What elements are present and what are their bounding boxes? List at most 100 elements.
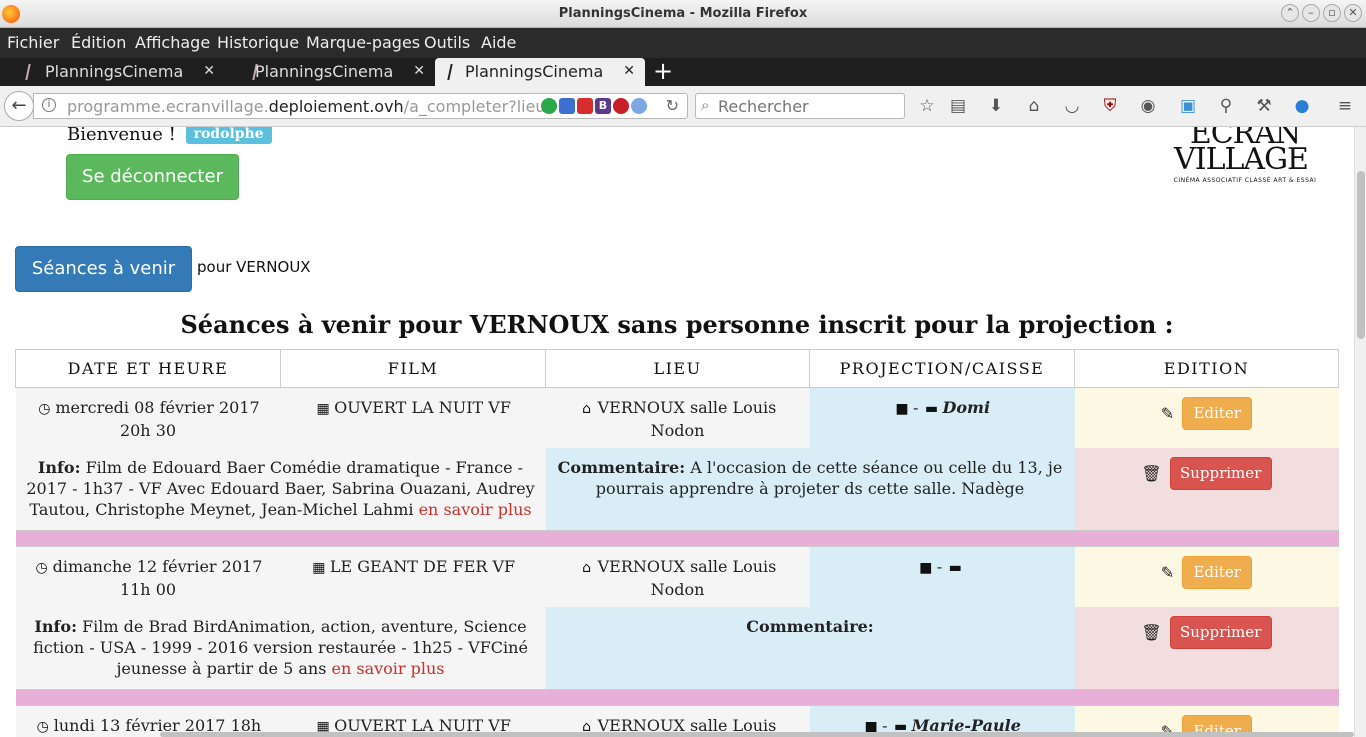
tab-close-icon[interactable]: ✕ [413, 63, 425, 79]
window-up-icon[interactable]: ⌃ [1281, 4, 1299, 22]
menu-bar: Fichier Édition Affichage Historique Mar… [0, 28, 1366, 58]
seances-a-venir-button[interactable]: Séances à venir [15, 246, 192, 292]
tab-label: PlanningsCinema [465, 62, 604, 81]
session-date: dimanche 12 février 2017 [52, 557, 263, 576]
url-domain: deploiement.ovh [268, 97, 404, 116]
tab-3-active[interactable]: PlanningsCinema ✕ [435, 58, 645, 86]
briefcase-icon: ▬ [948, 560, 962, 576]
vertical-scrollbar[interactable] [1354, 127, 1366, 737]
tab-favicon-icon [25, 64, 39, 80]
column-header-film: FILM [280, 349, 546, 388]
film-title: LE GEANT DE FER VF [329, 557, 516, 576]
menu-affichage[interactable]: Affichage [135, 33, 210, 52]
venue: VERNOUX salle Louis Nodon [597, 557, 777, 599]
url-path: /a_completer?lieu=ve [403, 97, 555, 116]
briefcase-icon: ▬ [924, 401, 939, 417]
film-icon: ▦ [312, 560, 326, 576]
clock-icon: ◷ [35, 560, 48, 576]
film-info: Film de Brad BirdAnimation, action, aven… [33, 616, 528, 678]
page-content: Bienvenue ! rodolphe Se déconnecter ÉCRA… [0, 127, 1354, 737]
back-arrow-icon[interactable]: ← [4, 91, 34, 121]
menu-outils[interactable]: Outils [424, 33, 470, 52]
tab-1[interactable]: PlanningsCinema ✕ [0, 58, 225, 86]
session-date: mercredi 08 février 2017 [55, 398, 260, 417]
reading-list-icon[interactable]: ▤ [948, 96, 968, 116]
pocket-icon[interactable]: ◡ [1062, 96, 1082, 116]
tab-close-icon[interactable]: ✕ [623, 63, 635, 79]
drop-icon[interactable]: ● [1292, 96, 1312, 116]
window-maximize-icon[interactable]: ▫ [1323, 4, 1341, 22]
horizontal-scrollbar[interactable] [160, 732, 1354, 737]
window-minimize-icon[interactable]: – [1302, 4, 1320, 22]
projection-cell: ■ - ▬ [809, 546, 1075, 607]
tab-label: PlanningsCinema [255, 62, 394, 81]
edit-button[interactable]: Editer [1182, 556, 1253, 589]
video-camera-icon: ■ [895, 401, 909, 417]
bookmark-star-icon[interactable]: ☆ [917, 96, 937, 116]
window-titlebar: PlanningsCinema - Mozilla Firefox ⌃ – ▫ … [0, 0, 1366, 28]
projectionist-name: Domi [942, 398, 991, 417]
trash-icon: 🗑 [1141, 622, 1162, 642]
extension-tool-icon[interactable]: ⚒ [1254, 96, 1274, 116]
color-picker-icon[interactable]: ◉ [1138, 96, 1158, 116]
column-header-lieu: LIEU [545, 349, 810, 388]
info-cell: Info: Film de Brad BirdAnimation, action… [15, 606, 546, 690]
extension-lips-icon[interactable] [613, 98, 629, 114]
date-cell: ◷ dimanche 12 février 2017 11h 00 [15, 546, 281, 607]
search-bar[interactable]: ⌕ [695, 93, 905, 119]
logout-button[interactable]: Se déconnecter [66, 154, 239, 200]
extension-blue-icon[interactable] [559, 98, 575, 114]
new-tab-icon[interactable]: + [653, 57, 673, 85]
delete-button[interactable]: Supprimer [1169, 615, 1272, 649]
scrollbar-thumb[interactable] [1357, 171, 1365, 339]
menu-historique[interactable]: Historique [217, 33, 299, 52]
page-title: Séances à venir pour VERNOUX sans person… [180, 310, 1174, 339]
film-title: OUVERT LA NUIT VF [334, 398, 511, 417]
extension-moon-icon[interactable] [631, 98, 647, 114]
edit-button[interactable]: Editer [1182, 397, 1253, 430]
menu-edition[interactable]: Édition [71, 33, 126, 52]
session-time: 11h 00 [119, 580, 177, 599]
clock-icon: ◷ [36, 719, 49, 735]
navigation-bar: ← i programme.ecranvillage.deploiement.o… [0, 86, 1366, 127]
comment-cell: Commentaire: A l'occasion de cette séanc… [545, 447, 1075, 531]
reload-icon[interactable]: ↻ [666, 96, 679, 115]
film-icon: ▦ [316, 401, 330, 417]
film-cell: ▦ LE GEANT DE FER VF [280, 546, 546, 607]
lieu-cell: ⌂ VERNOUX salle Louis Nodon [545, 546, 810, 607]
tab-2[interactable]: PlanningsCinema ✕ [227, 58, 435, 86]
tab-label: PlanningsCinema [45, 62, 184, 81]
menu-marque-pages[interactable]: Marque-pages [306, 33, 420, 52]
extension-icons: B [541, 98, 649, 114]
clock-icon: ◷ [38, 401, 51, 417]
site-info-icon[interactable]: i [42, 98, 56, 112]
row-separator [15, 530, 1339, 547]
table-row: ◷ dimanche 12 février 2017 11h 00 ▦ LE GEAN… [15, 546, 1339, 607]
download-icon[interactable]: ⬇ [986, 96, 1006, 116]
username-badge: rodolphe [185, 127, 272, 144]
home-icon[interactable]: ⌂ [1024, 96, 1044, 116]
table-row-details: Info: Film de Brad BirdAnimation, action… [15, 606, 1339, 690]
ublock-icon[interactable]: ⛨ [1100, 96, 1120, 116]
more-info-link[interactable]: en savoir plus [332, 659, 445, 678]
extension-red-icon[interactable] [577, 98, 593, 114]
filter-location-text: pour VERNOUX [197, 258, 311, 276]
window-close-icon[interactable]: ✕ [1344, 4, 1362, 22]
eyedropper-icon[interactable]: ⚲ [1216, 96, 1236, 116]
tab-close-icon[interactable]: ✕ [203, 63, 215, 79]
venue: VERNOUX salle Louis Nodon [597, 398, 777, 440]
video-camera-icon: ■ [919, 560, 933, 576]
url-text[interactable]: programme.ecranvillage.deploiement.ovh/a… [67, 97, 555, 116]
search-input[interactable] [718, 96, 898, 116]
bootstrap-icon[interactable]: B [595, 98, 611, 114]
menu-fichier[interactable]: Fichier [7, 33, 59, 52]
more-info-link[interactable]: en savoir plus [419, 500, 532, 519]
grammarly-icon[interactable] [541, 98, 557, 114]
welcome-line: Bienvenue ! rodolphe [67, 127, 272, 145]
menu-aide[interactable]: Aide [481, 33, 516, 52]
extension-s-icon[interactable]: ▣ [1178, 96, 1198, 116]
tab-bar: PlanningsCinema ✕ PlanningsCinema ✕ Plan… [0, 57, 1366, 86]
hamburger-menu-icon[interactable]: ≡ [1335, 96, 1355, 116]
delete-button[interactable]: Supprimer [1169, 456, 1272, 490]
url-bar[interactable]: i programme.ecranvillage.deploiement.ovh… [33, 93, 688, 119]
